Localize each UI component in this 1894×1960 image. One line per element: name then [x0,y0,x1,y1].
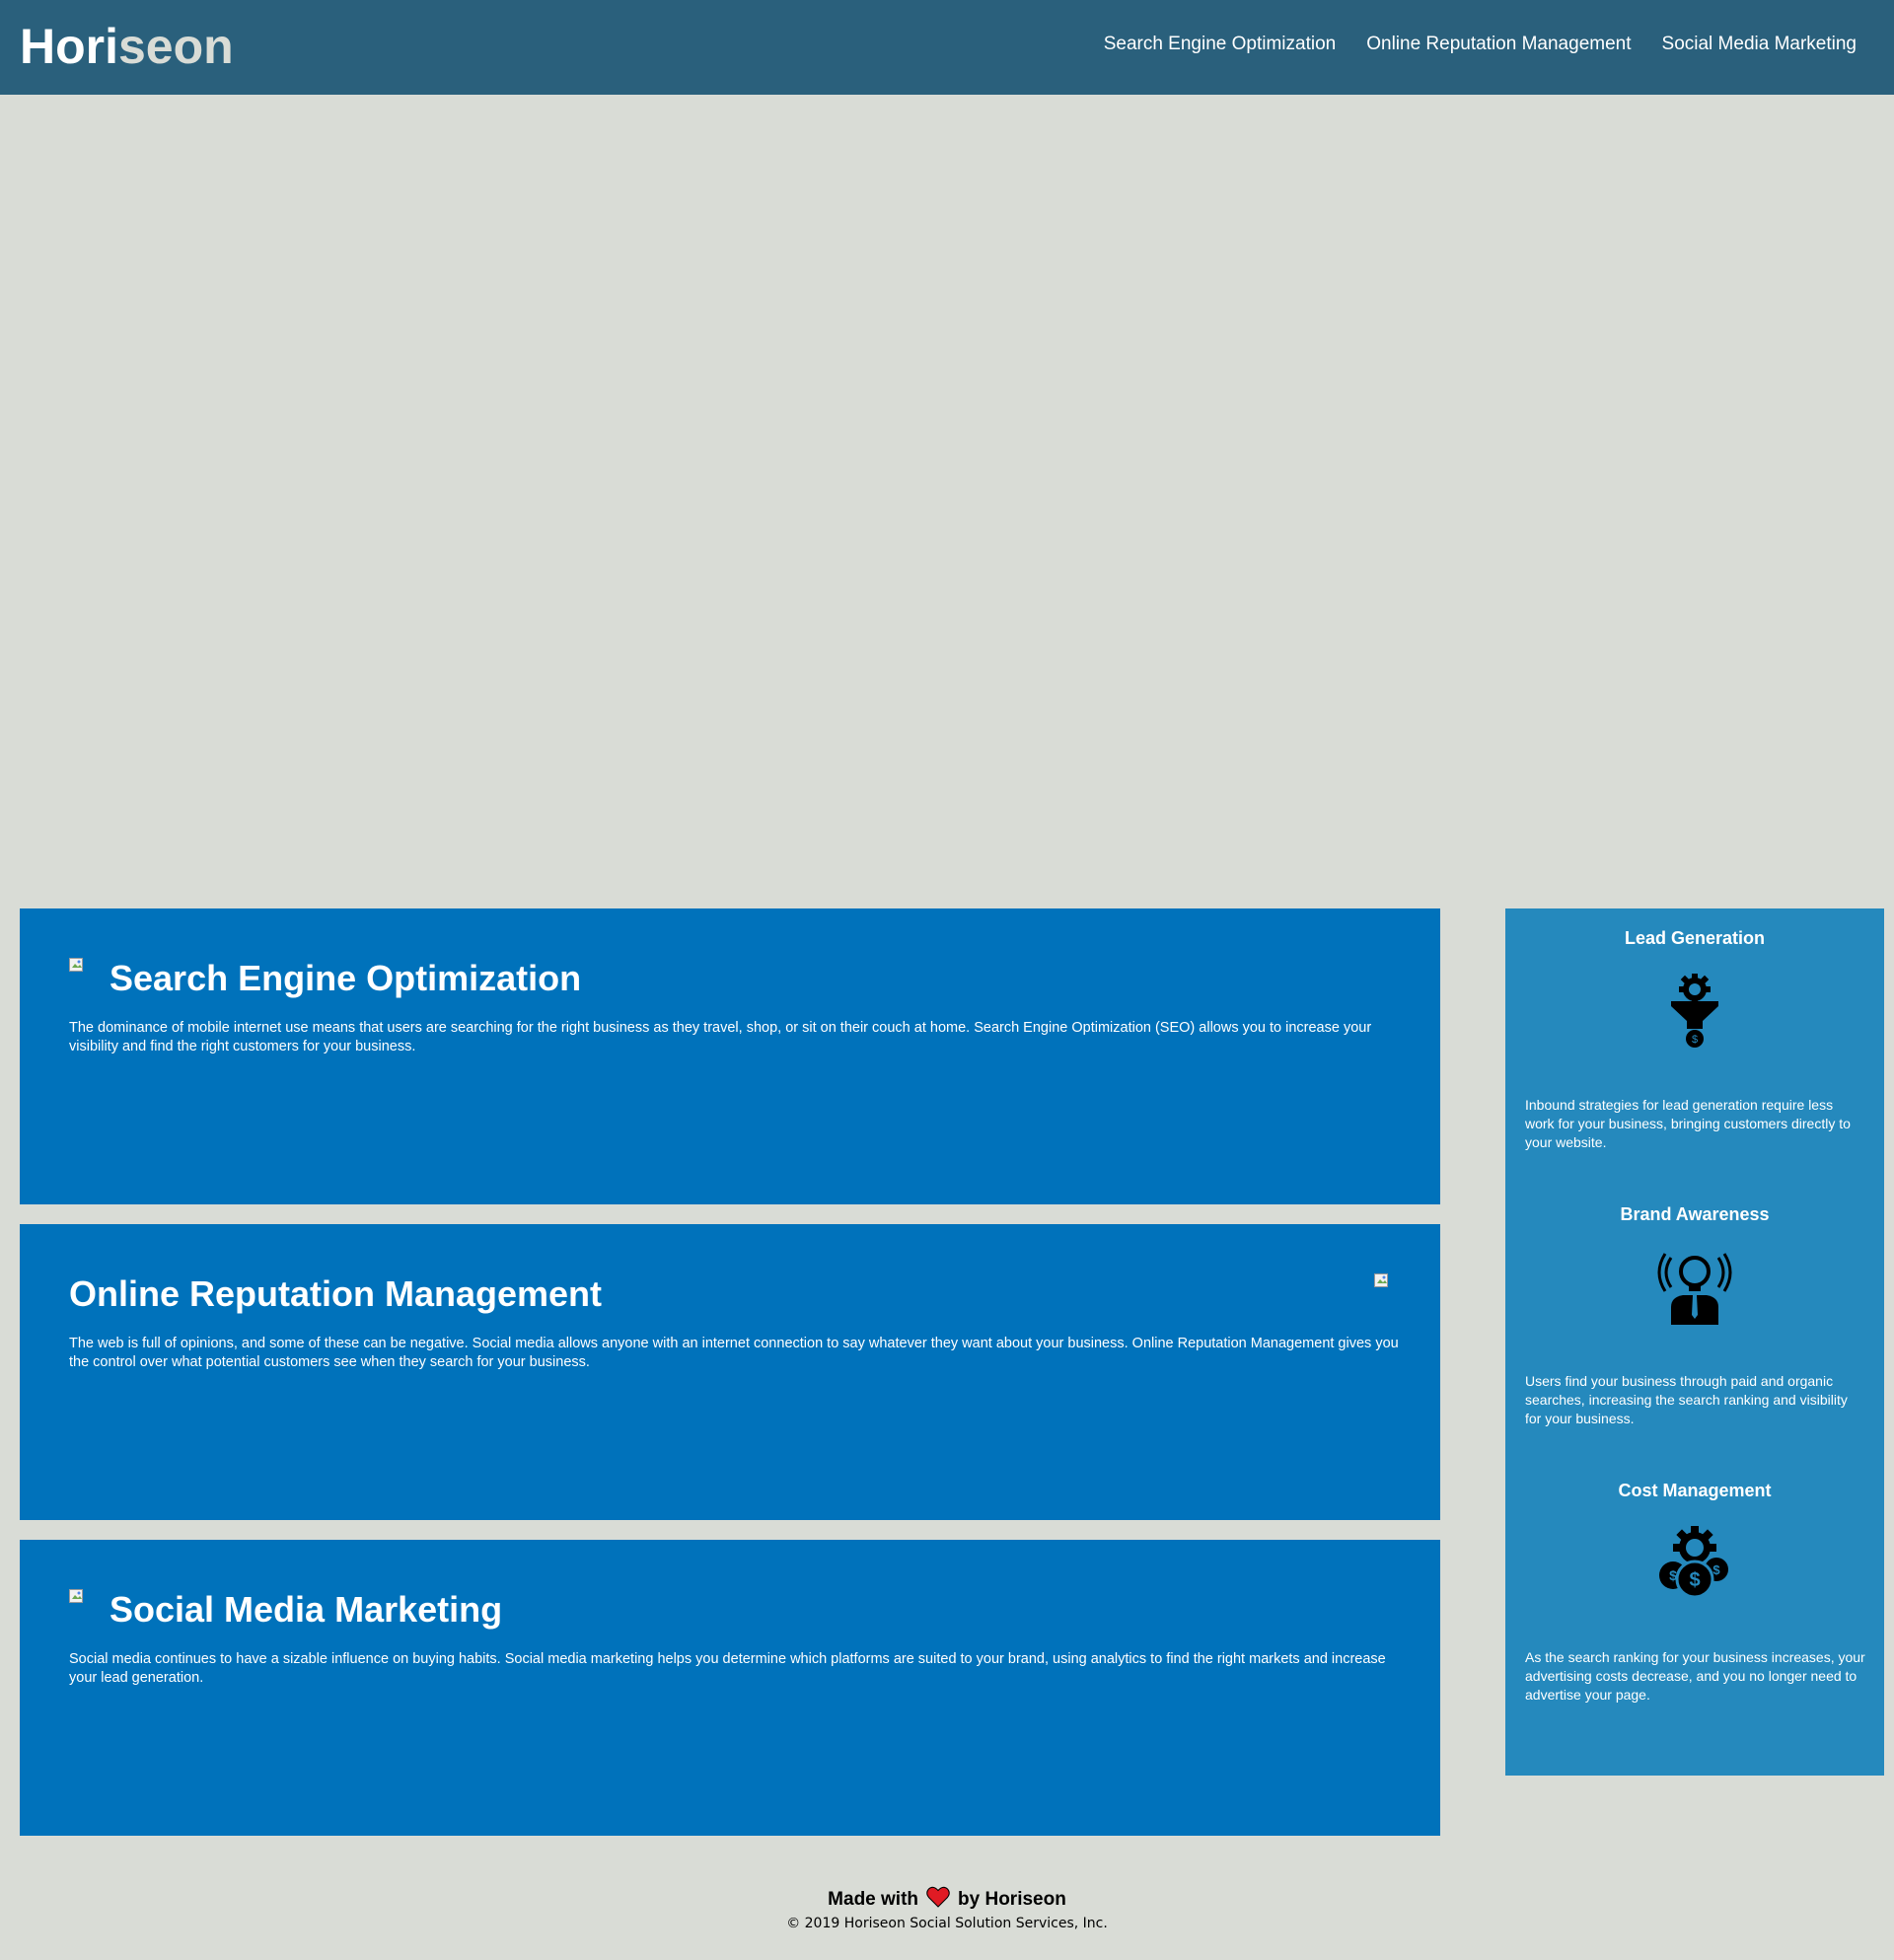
card-body: The dominance of mobile internet use mea… [69,1020,1372,1054]
brand-first: Hori [20,19,118,74]
site-header: Horiseon Search Engine Optimization Onli… [0,0,1894,95]
nav-link-social[interactable]: Social Media Marketing [1662,34,1857,55]
made-with-line: Made with by Horiseon [0,1886,1894,1914]
svg-text:$: $ [1712,1562,1720,1577]
benefits-sidebar: Lead Generation $ Inbound strategies for… [1505,908,1884,1776]
benefit-body: Users find your business through paid an… [1525,1373,1848,1426]
card-title: Online Reputation Management [69,1273,603,1314]
benefit-title: Lead Generation [1624,928,1766,948]
benefit-title: Cost Management [1618,1481,1772,1500]
brand-awareness-icon [1655,1248,1734,1327]
site-footer: Made with by Horiseon © 2019 Horiseon So… [0,1886,1894,1931]
svg-text:$: $ [1669,1567,1677,1583]
brand-logo[interactable]: Horiseon [20,18,234,75]
benefit-body: As the search ranking for your business … [1525,1649,1865,1703]
nav-link-seo[interactable]: Search Engine Optimization [1104,34,1337,55]
card-body: Social media continues to have a sizable… [69,1651,1386,1686]
svg-text:$: $ [1692,1034,1698,1046]
card-title: Social Media Marketing [109,1589,503,1630]
made-with-prefix: Made with [828,1889,919,1910]
benefit-body: Inbound strategies for lead generation r… [1525,1097,1851,1150]
made-with-suffix: by Horiseon [958,1889,1066,1910]
lead-generation-icon: $ [1655,972,1734,1051]
svg-text:$: $ [1689,1569,1700,1591]
brand-second: seon [118,19,234,74]
copyright: © 2019 Horiseon Social Solution Services… [786,1916,1108,1931]
benefit-title: Brand Awareness [1620,1204,1770,1224]
card-reputation: Online Reputation Management The web is … [20,1224,1440,1520]
main-nav: Search Engine Optimization Online Reputa… [1104,34,1857,55]
card-body: The web is full of opinions, and some of… [69,1336,1399,1370]
cost-management-icon: $ $ $ [1655,1524,1734,1603]
card-title: Search Engine Optimization [109,958,582,998]
nav-link-reputation[interactable]: Online Reputation Management [1366,34,1631,55]
broken-image-icon [69,958,85,974]
hero-banner [0,95,1894,908]
card-seo: Search Engine Optimization The dominance… [20,908,1440,1204]
broken-image-icon [69,1589,85,1605]
heart-icon [926,1886,950,1914]
broken-image-icon [1374,1273,1390,1289]
card-social: Social Media Marketing Social media cont… [20,1540,1440,1836]
